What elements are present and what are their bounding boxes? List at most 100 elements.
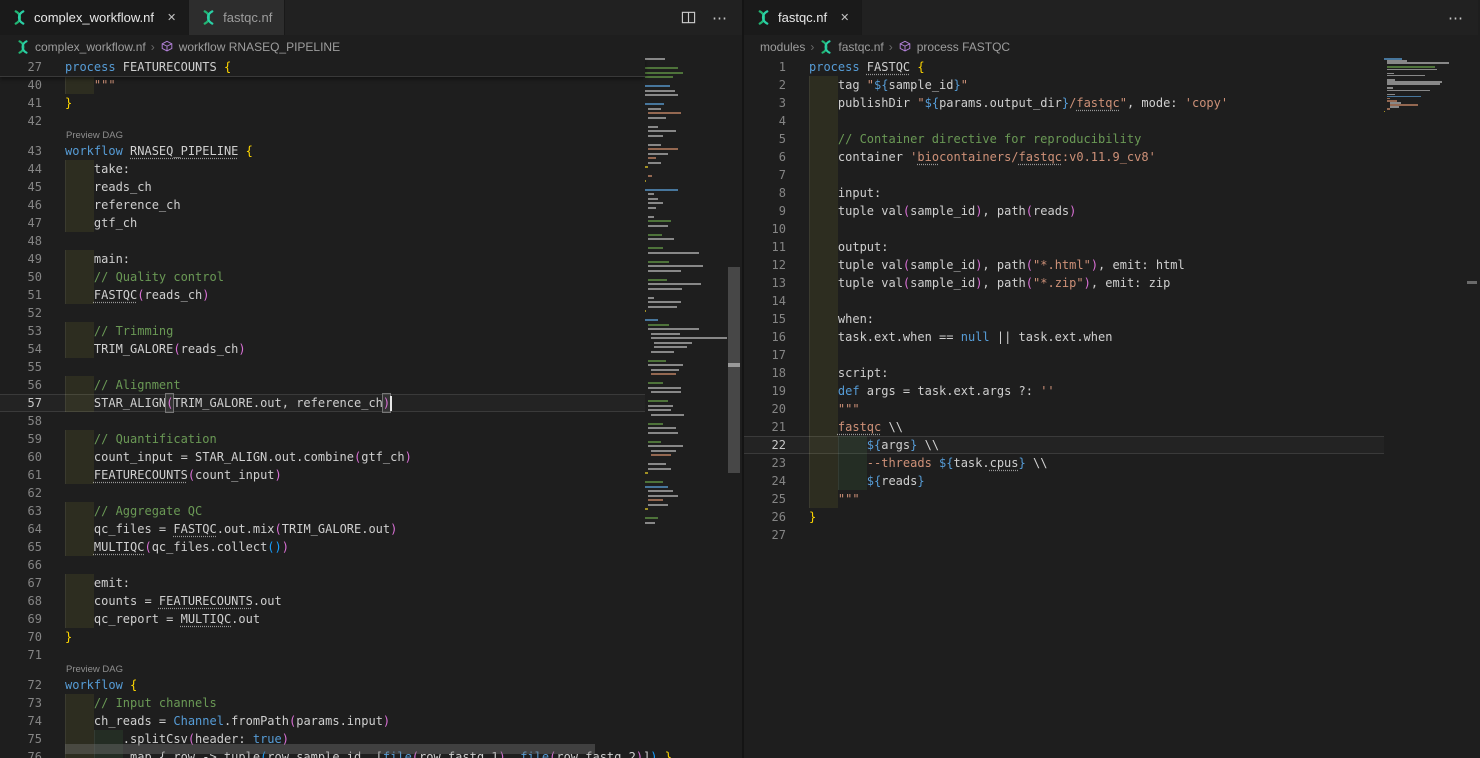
line-number[interactable]: 48 [0, 232, 42, 250]
line-number[interactable]: 58 [0, 412, 42, 430]
minimap[interactable] [645, 58, 727, 758]
scrollbar-thumb[interactable] [728, 267, 740, 473]
tab-complex_workflow-nf[interactable]: complex_workflow.nf✕ [0, 0, 189, 35]
code-line-53[interactable]: 53// Trimming [0, 322, 645, 340]
codelens-preview-dag[interactable]: Preview DAG [0, 130, 645, 142]
code-line-9[interactable]: 9tuple val(sample_id), path(reads) [744, 202, 1384, 220]
line-number[interactable]: 27 [744, 526, 786, 544]
sticky-scroll-line[interactable]: 27process FEATURECOUNTS { [0, 58, 645, 77]
line-number[interactable]: 7 [744, 166, 786, 184]
line-number[interactable]: 2 [744, 76, 786, 94]
code-line-71[interactable]: 71 [0, 646, 645, 664]
close-tab-icon[interactable]: ✕ [167, 11, 176, 24]
line-number[interactable]: 24 [744, 472, 786, 490]
code-line-17[interactable]: 17 [744, 346, 1384, 364]
code-line-27[interactable]: 27process FEATURECOUNTS { [0, 58, 645, 76]
code-line-20[interactable]: 20""" [744, 400, 1384, 418]
line-number[interactable]: 57 [0, 394, 42, 412]
line-number[interactable]: 72 [0, 676, 42, 694]
code-line-19[interactable]: 19def args = task.ext.args ?: '' [744, 382, 1384, 400]
code-line-43[interactable]: 43workflow RNASEQ_PIPELINE { [0, 142, 645, 160]
line-number[interactable]: 74 [0, 712, 42, 730]
line-number[interactable]: 14 [744, 292, 786, 310]
line-number[interactable]: 61 [0, 466, 42, 484]
code-line-48[interactable]: 48 [0, 232, 645, 250]
codelens-preview-dag[interactable]: Preview DAG [0, 664, 645, 676]
code-line-73[interactable]: 73// Input channels [0, 694, 645, 712]
code-line-12[interactable]: 12tuple val(sample_id), path("*.html"), … [744, 256, 1384, 274]
horizontal-scrollbar[interactable] [65, 744, 595, 754]
line-number[interactable]: 3 [744, 94, 786, 112]
line-number[interactable]: 55 [0, 358, 42, 376]
code-line-60[interactable]: 60count_input = STAR_ALIGN.out.combine(g… [0, 448, 645, 466]
line-number[interactable]: 11 [744, 238, 786, 256]
line-number[interactable]: 27 [0, 58, 42, 76]
line-number[interactable]: 67 [0, 574, 42, 592]
line-number[interactable]: 1 [744, 58, 786, 76]
close-tab-icon[interactable]: ✕ [840, 11, 849, 24]
code-editor-left[interactable]: 40"""41}42Preview DAG43workflow RNASEQ_P… [0, 58, 742, 758]
line-number[interactable]: 62 [0, 484, 42, 502]
code-line-8[interactable]: 8input: [744, 184, 1384, 202]
line-number[interactable]: 53 [0, 322, 42, 340]
line-number[interactable]: 65 [0, 538, 42, 556]
line-number[interactable]: 75 [0, 730, 42, 748]
code-line-1[interactable]: 1process FASTQC { [744, 58, 1384, 76]
minimap[interactable] [1384, 58, 1461, 758]
line-number[interactable]: 42 [0, 112, 42, 130]
code-line-5[interactable]: 5// Container directive for reproducibil… [744, 130, 1384, 148]
code-line-50[interactable]: 50// Quality control [0, 268, 645, 286]
breadcrumb-item[interactable]: modules [760, 40, 805, 54]
tab-fastqc-nf[interactable]: fastqc.nf [189, 0, 285, 35]
code-line-59[interactable]: 59// Quantification [0, 430, 645, 448]
code-editor-right[interactable]: 1process FASTQC {2tag "${sample_id}"3pub… [744, 58, 1478, 758]
line-number[interactable]: 54 [0, 340, 42, 358]
code-line-65[interactable]: 65MULTIQC(qc_files.collect()) [0, 538, 645, 556]
code-line-70[interactable]: 70} [0, 628, 645, 646]
code-line-15[interactable]: 15when: [744, 310, 1384, 328]
code-line-25[interactable]: 25""" [744, 490, 1384, 508]
line-number[interactable]: 52 [0, 304, 42, 322]
code-line-10[interactable]: 10 [744, 220, 1384, 238]
code-line-54[interactable]: 54TRIM_GALORE(reads_ch) [0, 340, 645, 358]
code-line-18[interactable]: 18script: [744, 364, 1384, 382]
code-line-4[interactable]: 4 [744, 112, 1384, 130]
line-number[interactable]: 71 [0, 646, 42, 664]
code-line-51[interactable]: 51FASTQC(reads_ch) [0, 286, 645, 304]
line-number[interactable]: 26 [744, 508, 786, 526]
code-line-44[interactable]: 44take: [0, 160, 645, 178]
line-number[interactable]: 5 [744, 130, 786, 148]
line-number[interactable]: 50 [0, 268, 42, 286]
code-line-62[interactable]: 62 [0, 484, 645, 502]
code-line-11[interactable]: 11output: [744, 238, 1384, 256]
code-line-63[interactable]: 63// Aggregate QC [0, 502, 645, 520]
line-number[interactable]: 49 [0, 250, 42, 268]
line-number[interactable]: 56 [0, 376, 42, 394]
line-number[interactable]: 13 [744, 274, 786, 292]
line-number[interactable]: 70 [0, 628, 42, 646]
more-actions-icon[interactable]: ⋯ [1448, 9, 1464, 27]
line-number[interactable]: 23 [744, 454, 786, 472]
code-line-26[interactable]: 26} [744, 508, 1384, 526]
code-line-22[interactable]: 22${args} \\ [744, 436, 1384, 454]
code-line-58[interactable]: 58 [0, 412, 645, 430]
code-line-61[interactable]: 61FEATURECOUNTS(count_input) [0, 466, 645, 484]
code-line-52[interactable]: 52 [0, 304, 645, 322]
code-line-24[interactable]: 24${reads} [744, 472, 1384, 490]
line-number[interactable]: 47 [0, 214, 42, 232]
line-number[interactable]: 8 [744, 184, 786, 202]
code-line-14[interactable]: 14 [744, 292, 1384, 310]
line-number[interactable]: 69 [0, 610, 42, 628]
line-number[interactable]: 51 [0, 286, 42, 304]
line-number[interactable]: 43 [0, 142, 42, 160]
line-number[interactable]: 9 [744, 202, 786, 220]
line-number[interactable]: 16 [744, 328, 786, 346]
line-number[interactable]: 4 [744, 112, 786, 130]
code-line-46[interactable]: 46reference_ch [0, 196, 645, 214]
code-line-21[interactable]: 21fastqc \\ [744, 418, 1384, 436]
code-line-72[interactable]: 72workflow { [0, 676, 645, 694]
breadcrumb-item[interactable]: workflow RNASEQ_PIPELINE [160, 40, 340, 54]
code-line-7[interactable]: 7 [744, 166, 1384, 184]
line-number[interactable]: 73 [0, 694, 42, 712]
line-number[interactable]: 76 [0, 748, 42, 758]
